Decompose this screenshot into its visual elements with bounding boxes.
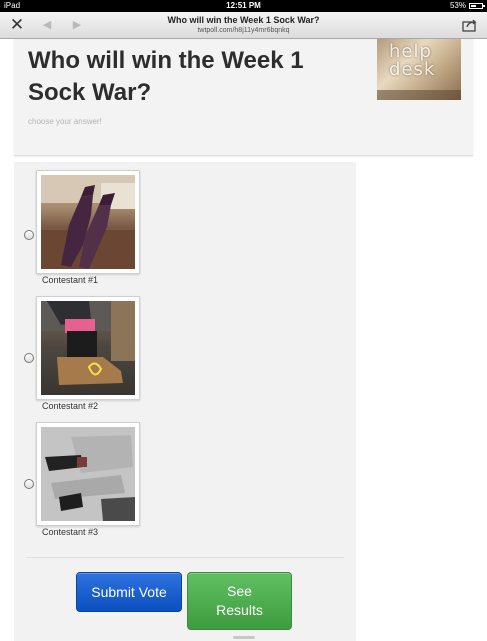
contestant-1-label: Contestant #1 [42, 275, 99, 285]
poll-option-2: Contestant #2 [14, 296, 356, 416]
poll-option-1: Contestant #1 [14, 170, 356, 290]
submit-vote-button[interactable]: Submit Vote [76, 572, 182, 612]
contestant-1-photo [36, 170, 140, 274]
option-2-radio[interactable] [24, 353, 34, 363]
browser-page-title: Who will win the Week 1 Sock War? [167, 15, 320, 25]
poll-instruction: choose your answer! [28, 117, 102, 126]
browser-toolbar: ✕ ◀ ▶ Who will win the Week 1 Sock War? … [0, 12, 487, 39]
logo-text-line-2: desk [389, 59, 436, 80]
poll-question: Who will win the Week 1 Sock War? [28, 47, 304, 106]
contestant-3-label: Contestant #3 [42, 527, 99, 537]
poll-option-3: Contestant #3 [14, 422, 356, 542]
forward-arrow-icon[interactable]: ▶ [68, 12, 86, 38]
scroll-indicator [233, 636, 255, 639]
options-divider [26, 557, 344, 558]
see-results-label: See Results [216, 583, 263, 618]
option-1-radio[interactable] [24, 230, 34, 240]
poll-header: Who will win the Week 1 Sock War? choose… [14, 39, 473, 156]
status-time: 12:51 PM [226, 1, 261, 10]
back-arrow-icon[interactable]: ◀ [38, 12, 56, 38]
close-icon[interactable]: ✕ [6, 12, 28, 38]
share-icon[interactable] [459, 12, 481, 38]
status-bar: iPad 12:51 PM 53% [0, 0, 487, 12]
contestant-2-photo [36, 296, 140, 400]
battery-icon [469, 3, 485, 9]
contestant-3-photo [36, 422, 140, 526]
browser-url[interactable]: twtpoll.com/h8j11y4mr6bqnkq [120, 26, 367, 35]
help-desk-logo: help desk [377, 39, 461, 100]
contestant-2-label: Contestant #2 [42, 401, 99, 411]
battery-status: 53% [449, 0, 485, 12]
option-3-radio[interactable] [24, 479, 34, 489]
battery-percent: 53% [449, 1, 466, 10]
poll-options-panel: Contestant #1 Contestant #2 Contestant #… [14, 162, 356, 641]
see-results-button[interactable]: See Results [187, 572, 292, 630]
